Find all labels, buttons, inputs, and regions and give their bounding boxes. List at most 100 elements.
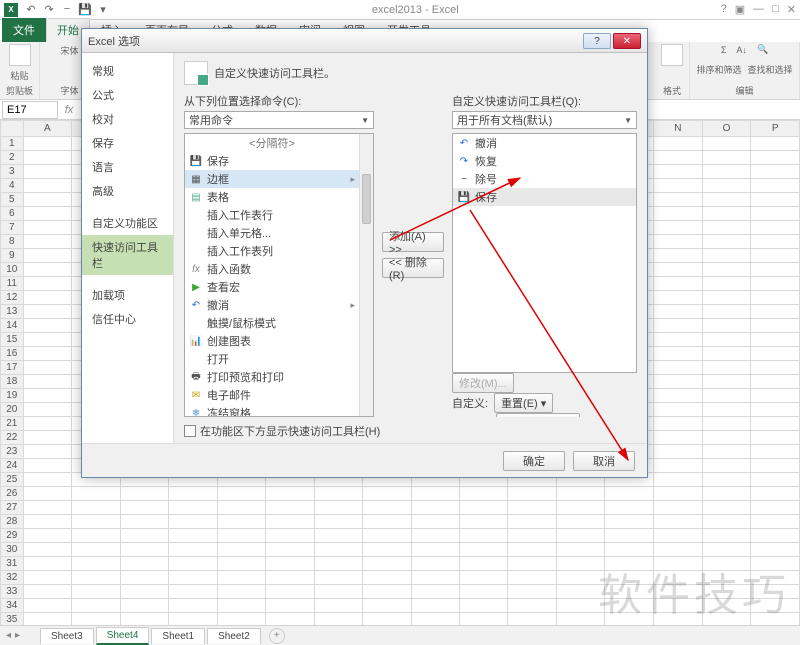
cell[interactable] — [120, 515, 169, 529]
row-header[interactable]: 11 — [1, 277, 24, 291]
cell[interactable] — [508, 557, 557, 571]
list-item[interactable]: −除号 — [453, 170, 636, 188]
list-item[interactable]: ▶查看宏 — [185, 278, 359, 296]
cell[interactable] — [23, 585, 72, 599]
cell[interactable] — [23, 291, 72, 305]
cell[interactable] — [654, 403, 703, 417]
cell[interactable] — [751, 431, 800, 445]
cell[interactable] — [72, 571, 121, 585]
cell[interactable] — [412, 585, 460, 599]
cell[interactable] — [120, 501, 169, 515]
cell[interactable] — [23, 347, 72, 361]
cell[interactable] — [557, 501, 605, 515]
cell[interactable] — [266, 487, 314, 501]
cell[interactable] — [605, 501, 654, 515]
cell[interactable] — [23, 375, 72, 389]
cell[interactable] — [72, 501, 121, 515]
cell[interactable] — [654, 151, 703, 165]
cell[interactable] — [314, 585, 363, 599]
list-item[interactable]: 插入单元格... — [185, 224, 359, 242]
row-header[interactable]: 9 — [1, 249, 24, 263]
cell[interactable] — [120, 599, 169, 613]
cell[interactable] — [412, 557, 460, 571]
choose-commands-combo[interactable]: 常用命令▼ — [184, 111, 374, 129]
minimize-icon[interactable]: — — [753, 3, 764, 16]
cell[interactable] — [654, 389, 703, 403]
row-header[interactable]: 35 — [1, 613, 24, 626]
cell[interactable] — [169, 501, 218, 515]
cell[interactable] — [72, 585, 121, 599]
cell[interactable] — [460, 613, 508, 626]
font-name[interactable]: 宋体 — [61, 44, 79, 57]
cell[interactable] — [72, 599, 121, 613]
format-icon[interactable] — [661, 44, 683, 66]
cell[interactable] — [266, 585, 314, 599]
row-header[interactable]: 5 — [1, 193, 24, 207]
sheet-tab[interactable]: Sheet4 — [96, 627, 150, 645]
row-header[interactable]: 33 — [1, 585, 24, 599]
cell[interactable] — [654, 361, 703, 375]
qat-redo-icon[interactable]: ↷ — [42, 3, 56, 16]
qat-undo-icon[interactable]: ↶ — [24, 3, 38, 16]
row-header[interactable]: 34 — [1, 599, 24, 613]
row-header[interactable]: 8 — [1, 235, 24, 249]
cell[interactable] — [23, 137, 72, 151]
cell[interactable] — [363, 613, 412, 626]
cell[interactable] — [460, 571, 508, 585]
row-header[interactable]: 3 — [1, 165, 24, 179]
cell[interactable] — [654, 291, 703, 305]
cell[interactable] — [654, 333, 703, 347]
cell[interactable] — [412, 613, 460, 626]
cell[interactable] — [412, 487, 460, 501]
cell[interactable] — [751, 417, 800, 431]
cell[interactable] — [169, 613, 218, 626]
cell[interactable] — [508, 585, 557, 599]
cell[interactable] — [751, 151, 800, 165]
cell[interactable] — [751, 221, 800, 235]
list-item[interactable]: ▤表格 — [185, 188, 359, 206]
cell[interactable] — [751, 543, 800, 557]
cell[interactable] — [702, 305, 751, 319]
find-icon[interactable]: 🔍 — [757, 44, 768, 55]
cell[interactable] — [363, 557, 412, 571]
cell[interactable] — [654, 249, 703, 263]
cell[interactable] — [751, 263, 800, 277]
list-item[interactable]: ↶撤消▸ — [185, 296, 359, 314]
cell[interactable] — [702, 221, 751, 235]
row-header[interactable]: 21 — [1, 417, 24, 431]
list-item[interactable]: 触摸/鼠标模式 — [185, 314, 359, 332]
cell[interactable] — [702, 445, 751, 459]
cell[interactable] — [23, 403, 72, 417]
cell[interactable] — [314, 501, 363, 515]
row-header[interactable]: 12 — [1, 291, 24, 305]
cell[interactable] — [412, 501, 460, 515]
cell[interactable] — [654, 459, 703, 473]
cell[interactable] — [557, 487, 605, 501]
cell[interactable] — [23, 613, 72, 626]
cell[interactable] — [654, 347, 703, 361]
cell[interactable] — [751, 445, 800, 459]
cell[interactable] — [120, 487, 169, 501]
cell[interactable] — [169, 557, 218, 571]
cell[interactable] — [314, 529, 363, 543]
row-header[interactable]: 23 — [1, 445, 24, 459]
cell[interactable] — [751, 375, 800, 389]
available-commands-list[interactable]: <分隔符>💾保存▦边框▸▤表格插入工作表行插入单元格...插入工作表列fx插入函… — [184, 133, 374, 417]
list-item[interactable]: ✉电子邮件 — [185, 386, 359, 404]
cell[interactable] — [460, 543, 508, 557]
cell[interactable] — [217, 543, 266, 557]
cell[interactable] — [702, 487, 751, 501]
cell[interactable] — [266, 557, 314, 571]
cell[interactable] — [363, 487, 412, 501]
cell[interactable] — [266, 543, 314, 557]
cell[interactable] — [266, 501, 314, 515]
qat-save-icon[interactable]: 💾 — [78, 3, 92, 16]
cell[interactable] — [654, 305, 703, 319]
cell[interactable] — [751, 319, 800, 333]
cell[interactable] — [557, 529, 605, 543]
cell[interactable] — [605, 515, 654, 529]
ok-button[interactable]: 确定 — [503, 451, 565, 471]
cell[interactable] — [23, 599, 72, 613]
cell[interactable] — [266, 613, 314, 626]
cell[interactable] — [751, 235, 800, 249]
